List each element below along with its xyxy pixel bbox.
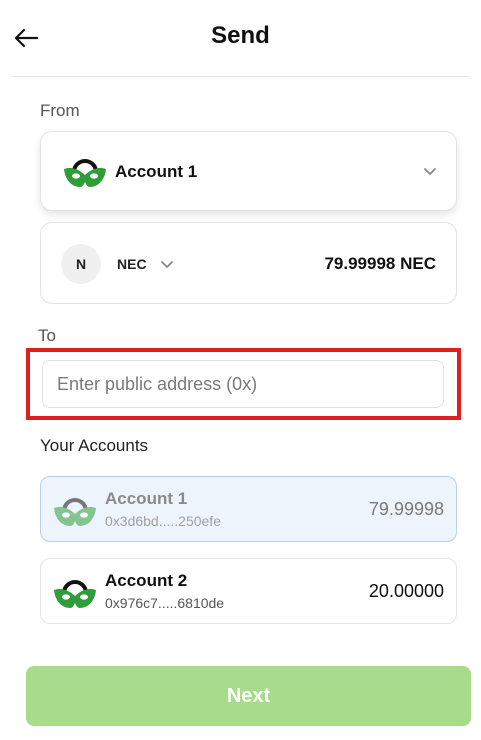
account-list-item[interactable]: Account 1 0x3d6bd.....250efe 79.99998 <box>40 476 457 542</box>
token-symbol[interactable]: NEC <box>117 256 147 272</box>
from-account-name: Account 1 <box>115 162 198 181</box>
mask-logo-icon <box>54 498 96 526</box>
account-address: 0x3d6bd.....250efe <box>105 513 221 529</box>
your-accounts-label: Your Accounts <box>40 436 149 455</box>
to-address-highlight <box>26 348 461 420</box>
from-account-select[interactable]: Account 1 <box>40 131 457 211</box>
account-list-item[interactable]: Account 2 0x976c7.....6810de 20.00000 <box>40 558 457 624</box>
account-address: 0x976c7.....6810de <box>105 595 225 611</box>
recipient-address-input[interactable] <box>42 360 444 408</box>
chevron-down-icon <box>422 163 438 179</box>
account-balance: 20.00000 <box>368 581 444 601</box>
token-chevron-down-icon[interactable] <box>159 256 175 277</box>
account-name: Account 2 <box>105 571 188 590</box>
page-title: Send <box>211 22 270 49</box>
token-balance: 79.99998 NEC <box>324 254 436 273</box>
next-button[interactable]: Next <box>26 666 471 726</box>
token-icon: N <box>61 244 101 284</box>
header-divider <box>12 76 469 77</box>
account-balance: 79.99998 <box>368 499 444 519</box>
mask-logo-icon <box>54 580 96 608</box>
token-card: N NEC 79.99998 NEC <box>40 222 457 304</box>
account-name: Account 1 <box>105 489 188 508</box>
header: Send <box>0 0 481 78</box>
from-label: From <box>40 101 80 120</box>
to-label: To <box>38 326 56 345</box>
mask-logo-icon <box>64 159 106 187</box>
